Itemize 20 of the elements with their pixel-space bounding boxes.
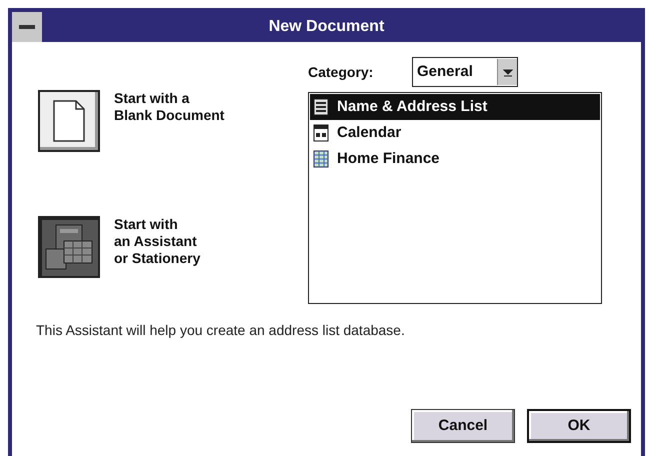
template-item[interactable]: Home Finance xyxy=(310,146,600,172)
category-label: Category: xyxy=(308,62,374,82)
start-option-button[interactable] xyxy=(38,216,100,278)
minus-icon xyxy=(19,25,35,29)
control-menu-button[interactable] xyxy=(12,12,42,42)
template-item[interactable]: Calendar xyxy=(310,120,600,146)
dialog-button[interactable]: Cancel xyxy=(411,409,515,443)
template-item[interactable]: Name & Address List xyxy=(310,94,600,120)
documents-icon xyxy=(44,223,94,271)
dialog-button[interactable]: OK xyxy=(527,409,631,443)
start-option-button[interactable] xyxy=(38,90,100,152)
window-title: New Document xyxy=(268,17,386,37)
category-dropdown[interactable]: General xyxy=(412,57,518,87)
start-option-label: Start with an Assistant or Stationery xyxy=(114,216,200,267)
list-icon xyxy=(313,98,329,116)
spreadsheet-icon xyxy=(313,150,329,168)
start-option-label: Start with a Blank Document xyxy=(114,90,224,124)
blank-page-icon xyxy=(52,99,86,143)
description-text: This Assistant will help you create an address list database. xyxy=(35,321,406,340)
calendar-icon xyxy=(313,124,329,142)
